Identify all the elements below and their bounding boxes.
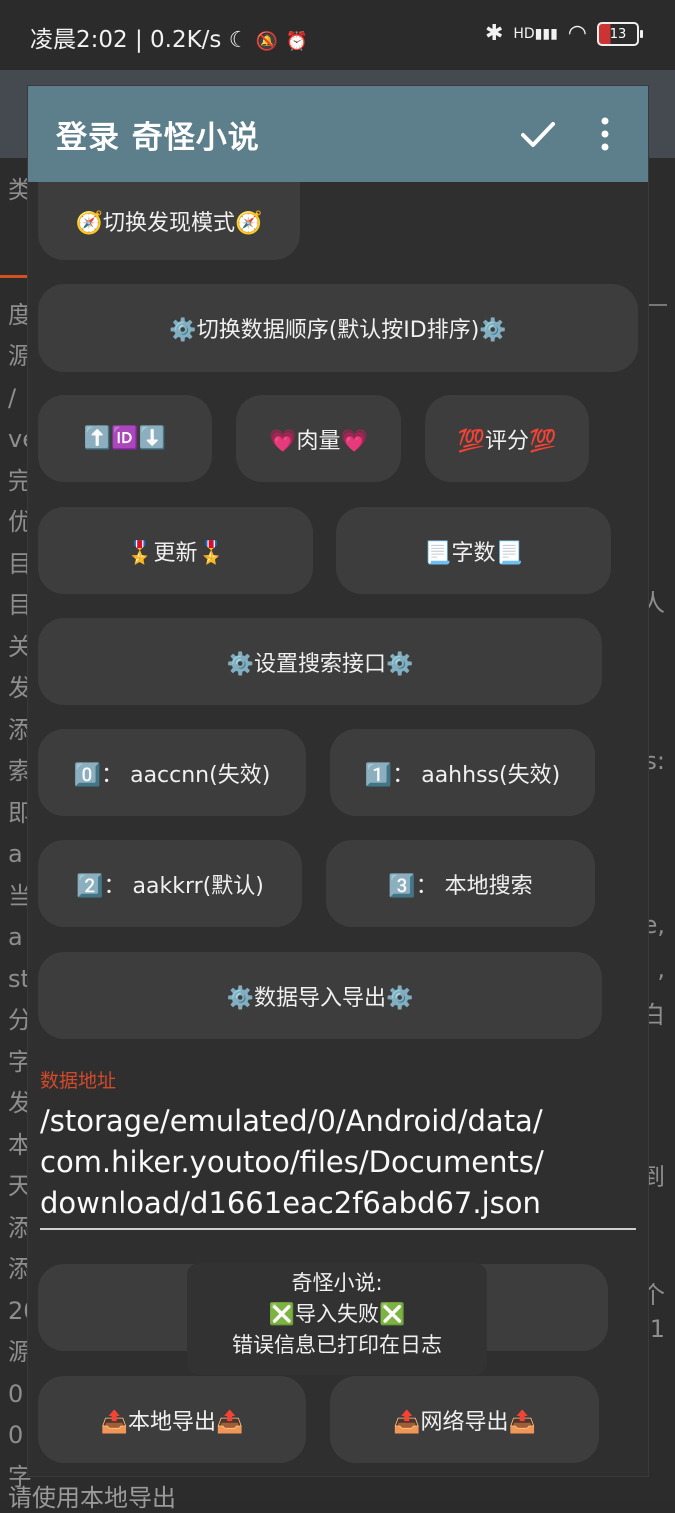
api-1-button[interactable]: 1️⃣： aahhss(失效) xyxy=(330,729,595,816)
battery-icon: 13 xyxy=(597,22,643,46)
more-vert-icon[interactable] xyxy=(600,116,610,152)
api-2-button[interactable]: 2️⃣： aakkrr(默认) xyxy=(38,840,302,927)
signal-icon: HD▮▮▮ xyxy=(513,26,558,42)
background-right-char: , xyxy=(657,955,665,983)
background-right-char: 1 xyxy=(649,1315,665,1343)
time-and-speed: 凌晨2:02 | 0.2K/s xyxy=(30,27,222,53)
toast-status: ❎导入失败❎ xyxy=(268,1302,406,1326)
api-3-button[interactable]: 3️⃣： 本地搜索 xyxy=(326,840,595,927)
wifi-icon: ◠ xyxy=(567,21,587,46)
sort-meat-button[interactable]: 💗肉量💗 xyxy=(236,395,401,482)
data-address-line: /storage/emulated/0/Android/data/ xyxy=(40,1104,543,1138)
sort-score-button[interactable]: 💯评分💯 xyxy=(425,395,589,482)
sort-id-button[interactable]: ⬆️🆔⬇️ xyxy=(38,395,212,482)
toast-message: 奇怪小说: ❎导入失败❎ 错误信息已打印在日志 xyxy=(187,1263,487,1375)
status-bar: 凌晨2:02 | 0.2K/s ☾ 🔕 ⏰ ✱ HD▮▮▮ ◠ 13 xyxy=(0,0,675,70)
discover-mode-button[interactable]: 🧭切换发现模式🧭 xyxy=(38,182,300,260)
dialog-header: 登录 奇怪小说 xyxy=(28,86,648,182)
data-order-button[interactable]: ⚙️切换数据顺序(默认按ID排序)⚙️ xyxy=(38,284,638,372)
data-io-button[interactable]: ⚙️数据导入导出⚙️ xyxy=(38,952,602,1039)
status-bar-right: ✱ HD▮▮▮ ◠ 13 xyxy=(484,20,643,48)
background-bottom-line: 请使用本地导出 xyxy=(8,1484,176,1512)
data-address-line: download/d1661eac2f6abd67.json xyxy=(40,1186,541,1220)
local-export-button[interactable]: 📤本地导出📤 xyxy=(38,1376,306,1463)
alarm-icon: ⏰ xyxy=(285,31,308,52)
bell-muted-icon: 🔕 xyxy=(255,31,279,52)
data-address-input[interactable]: /storage/emulated/0/Android/data/ com.hi… xyxy=(40,1101,634,1224)
data-address-line: com.hiker.youtoo/files/Documents/ xyxy=(40,1145,544,1179)
status-bar-left: 凌晨2:02 | 0.2K/s ☾ 🔕 ⏰ xyxy=(30,20,308,56)
toast-title: 奇怪小说: xyxy=(291,1271,383,1295)
search-api-button[interactable]: ⚙️设置搜索接口⚙️ xyxy=(38,618,602,705)
toast-detail: 错误信息已打印在日志 xyxy=(232,1333,442,1357)
bluetooth-icon: ✱ xyxy=(484,21,504,46)
check-icon[interactable] xyxy=(518,114,558,154)
api-0-button[interactable]: 0️⃣： aaccnn(失效) xyxy=(38,729,306,816)
moon-icon: ☾ xyxy=(228,28,249,53)
network-export-button[interactable]: 📤网络导出📤 xyxy=(330,1376,599,1463)
data-address-label: 数据地址 xyxy=(40,1070,117,1092)
sort-words-button[interactable]: 📃字数📃 xyxy=(336,507,611,594)
dialog-title: 登录 奇怪小说 xyxy=(56,120,260,156)
sort-update-button[interactable]: 🎖️更新🎖️ xyxy=(38,507,313,594)
data-address-underline xyxy=(40,1228,636,1230)
